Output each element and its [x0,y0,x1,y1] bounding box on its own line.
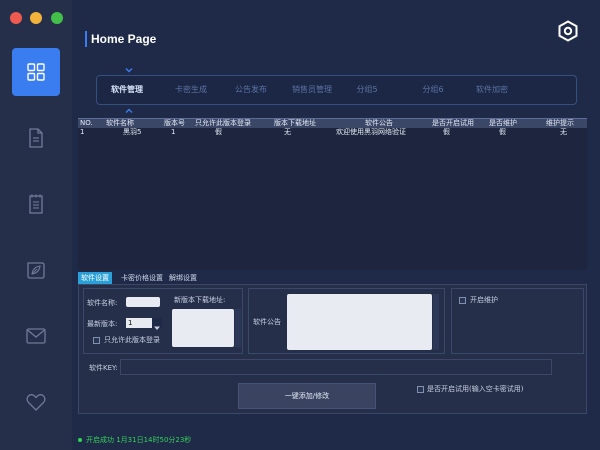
dashboard-icon [27,63,45,81]
tab-card-generation[interactable]: 卡密生成 [161,76,221,104]
only-version-label: 只允许此版本登录 [104,336,160,344]
page-title: Home Page [85,31,156,47]
chevron-down-icon [152,318,162,330]
column-header[interactable]: 维护提示 [546,119,574,128]
sidebar-item-mail[interactable] [12,312,60,360]
name-label: 软件名称: [87,299,118,307]
sidebar-item-favorites[interactable] [12,378,60,426]
maintenance-group: 开启维护 [451,288,584,354]
mail-icon [26,328,46,344]
software-settings-panel: 软件名称: 新版本下载地址: 最新版本: 1 只允许此版本登录 软件公告 开启维… [78,284,587,414]
basic-settings-group: 软件名称: 新版本下载地址: 最新版本: 1 只允许此版本登录 [83,288,243,354]
tab-group6[interactable]: 分组6 [403,76,463,104]
notepad-icon [29,194,43,214]
leaf-icon [27,262,45,279]
tab-software-encryption[interactable]: 软件加密 [462,76,522,104]
software-key-label: 软件KEY: [89,364,118,372]
download-url-scrollbar[interactable] [235,309,241,347]
chevron-up-icon [125,108,133,113]
tab-bar: 软件管理 卡密生成 公告发布 销售员管理 分组5 分组6 软件加密 [96,75,577,105]
trial-checkbox[interactable] [417,386,424,393]
table-header: NO. 软件名称 版本号 只允许此版本登录 版本下载地址 软件公告 是否开启试用… [78,119,587,128]
table-cell: 假 [443,128,450,136]
tab-announcement[interactable]: 公告发布 [221,76,281,104]
tab-software-management[interactable]: 软件管理 [97,76,157,104]
announcement-group: 软件公告 [248,288,445,354]
table-cell: 无 [284,128,291,136]
version-label: 最新版本: [87,320,118,328]
column-header[interactable]: 软件公告 [365,119,393,128]
maximize-window-button[interactable] [51,12,63,24]
chevron-down-icon [125,68,133,73]
settings-icon[interactable] [557,20,579,42]
only-version-checkbox[interactable] [93,337,100,344]
document-icon [29,128,43,148]
subtab-unbind[interactable]: 解绑设置 [166,272,200,284]
main-content: Home Page 软件管理 卡密生成 公告发布 销售员管理 分组5 分组6 软… [72,0,600,450]
table-cell: 1 [171,128,176,136]
sidebar-item-notepad[interactable] [12,180,60,228]
subtab-card-price[interactable]: 卡密价格设置 [118,272,166,284]
maintenance-label: 开启维护 [470,296,498,304]
column-header[interactable]: NO. [80,119,93,128]
column-header[interactable]: 版本下载地址 [274,119,316,128]
column-header[interactable]: 是否维护 [489,119,517,128]
column-header[interactable]: 是否开启试用 [432,119,474,128]
table-cell: 黑羽5 [123,128,142,136]
status-text: 开启成功 1月31日14时50分23秒 [86,436,192,444]
table-cell: 假 [499,128,506,136]
table-row[interactable]: 1 黑羽5 1 假 无 欢迎使用黑羽网络验证 假 假 无 [78,128,587,137]
announcement-scrollbar[interactable] [433,294,439,350]
announcement-input[interactable] [287,294,432,350]
version-select[interactable]: 1 [126,318,162,330]
table-cell: 无 [560,128,567,136]
status-dot-icon [78,438,82,442]
name-input[interactable] [126,297,160,307]
sidebar-item-document[interactable] [12,114,60,162]
minimize-window-button[interactable] [30,12,42,24]
sidebar-item-dashboard[interactable] [12,48,60,96]
add-modify-button[interactable]: 一键添加/修改 [238,383,376,409]
status-bar: 开启成功 1月31日14时50分23秒 [72,434,600,446]
column-header[interactable]: 只允许此版本登录 [195,119,251,128]
maintenance-checkbox[interactable] [459,297,466,304]
software-key-input[interactable] [120,359,552,375]
download-url-input[interactable] [172,309,234,347]
table-cell: 1 [80,128,85,136]
software-table: NO. 软件名称 版本号 只允许此版本登录 版本下载地址 软件公告 是否开启试用… [78,118,587,270]
announcement-label: 软件公告 [253,318,281,326]
subtab-software-settings[interactable]: 软件设置 [78,272,112,284]
heart-icon [26,394,46,411]
version-select-value: 1 [128,319,133,327]
column-header[interactable]: 版本号 [164,119,185,128]
tab-salesperson[interactable]: 销售员管理 [282,76,342,104]
sidebar-item-leaf[interactable] [12,246,60,294]
tab-group5[interactable]: 分组5 [337,76,397,104]
download-url-label: 新版本下载地址: [174,296,226,304]
table-cell: 假 [215,128,222,136]
column-header[interactable]: 软件名称 [106,119,134,128]
sidebar [0,0,72,450]
trial-label: 是否开启试用(输入空卡密试用) [427,385,524,393]
table-cell: 欢迎使用黑羽网络验证 [336,128,406,136]
close-window-button[interactable] [10,12,22,24]
